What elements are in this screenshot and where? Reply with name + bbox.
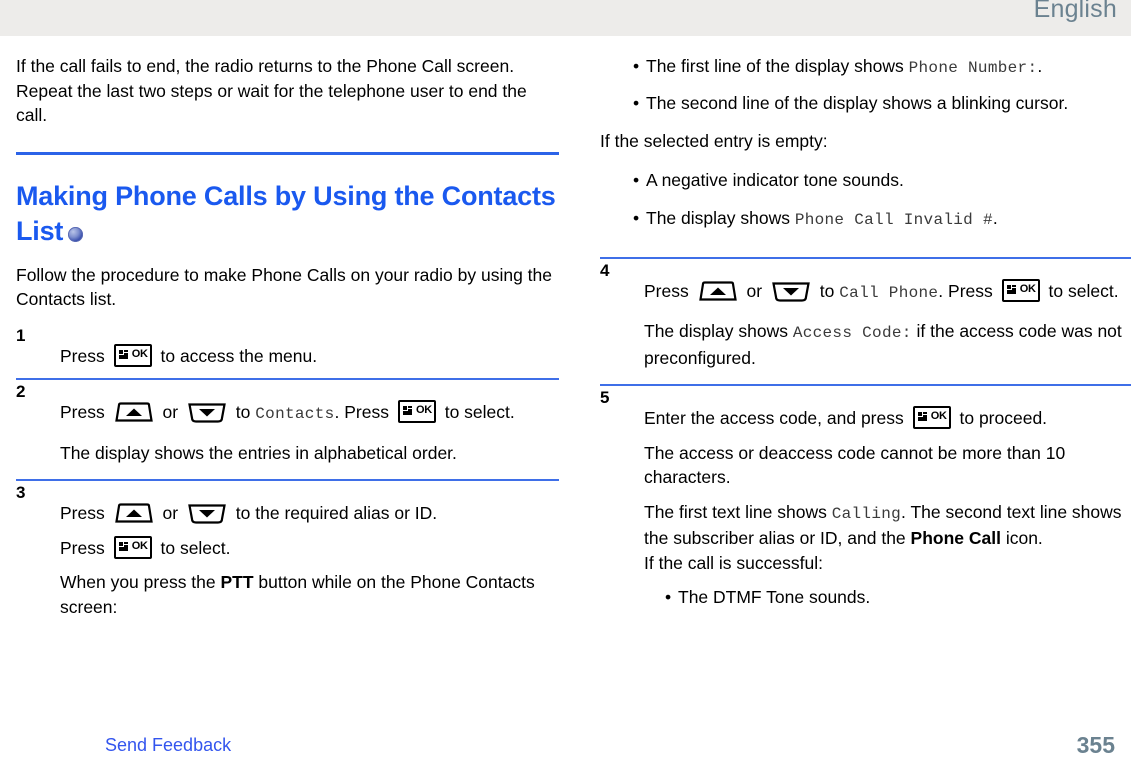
step-1-instruction: Press OK to access the menu. [60, 343, 559, 369]
section-heading: Making Phone Calls by Using the Contacts… [16, 179, 559, 249]
section-heading-text: Making Phone Calls by Using the Contacts… [16, 180, 556, 246]
step-3-line2-post: to select. [160, 537, 231, 558]
bullet-empty-1-mono: Phone Call Invalid # [794, 211, 993, 229]
page-header-band: English [0, 0, 1131, 36]
step-4-to: to [819, 280, 835, 301]
step-2-pre: Press [60, 402, 105, 422]
step-4-number: 4 [600, 260, 610, 280]
step-5-note-3: If the call is successful: [644, 552, 823, 573]
step-4-post: to select. [1048, 280, 1119, 301]
step-4-note: The display shows Access Code: if the ac… [644, 319, 1131, 370]
step-2-note: The display shows the entries in alphabe… [60, 442, 457, 463]
step-4-display-text: Call Phone [839, 283, 939, 302]
bullet-dot-icon: • [665, 587, 672, 607]
bullet-0-pre: The first line of the display shows [646, 56, 909, 76]
step-5-number: 5 [600, 388, 610, 407]
step-3-post: to the required alias or ID. [235, 503, 438, 523]
step-1-post: to access the menu. [160, 345, 318, 366]
step-3-note-bold: PTT [220, 572, 254, 592]
bullet-dot-icon: • [633, 208, 640, 228]
down-arrow-key-icon [187, 402, 227, 423]
menu-ok-key-icon: OK [113, 343, 152, 367]
menu-ok-key-icon: OK [397, 400, 436, 423]
bullet-second-line-cursor: • The second line of the display shows a … [600, 91, 1131, 116]
step-3-note: When you press the PTT button while on t… [60, 570, 559, 619]
bullet-1-pre: The second line of the display shows a b… [646, 92, 1069, 113]
up-arrow-key-icon [698, 280, 738, 302]
bullet-dot-icon: • [633, 169, 640, 190]
step-5-note-2: The first text line shows Calling. The s… [644, 500, 1131, 551]
step-2-or: or [162, 402, 179, 422]
bullet-empty-0-pre: A negative indicator tone sounds. [646, 169, 904, 190]
step-4-press: . Press [938, 280, 993, 301]
step-1-pre: Press [60, 345, 105, 366]
page-content: If the call fails to end, the radio retu… [0, 36, 1131, 726]
bullet-negative-tone: • A negative indicator tone sounds. [600, 168, 1131, 193]
step-2-post: to select. [444, 402, 515, 422]
bullet-dot-icon: • [633, 56, 640, 76]
globe-icon [68, 226, 84, 242]
step-5: 5 Enter the access code, and press OK to… [600, 388, 1131, 610]
intro-paragraph: If the call fails to end, the radio retu… [16, 56, 527, 125]
step-5-note2-pre: The first text line shows [644, 501, 832, 522]
step-5-bullet-0: The DTMF Tone sounds. [678, 587, 871, 607]
bullet-first-line-display: • The first line of the display shows Pho… [600, 54, 1131, 81]
bullet-empty-1-post: . [992, 208, 998, 228]
right-column: • The first line of the display shows Pho… [600, 36, 1131, 610]
down-arrow-key-icon [187, 503, 227, 524]
step-4-or: or [746, 280, 763, 301]
empty-entry-lead: If the selected entry is empty: [600, 131, 828, 151]
bullet-dtmf-tone: • The DTMF Tone sounds. [644, 585, 1131, 610]
step-5-post: to proceed. [959, 408, 1048, 428]
up-arrow-key-icon [114, 503, 154, 524]
step-3: 3 Press or to the required alias or ID. … [16, 483, 559, 619]
step-3-number: 3 [16, 483, 26, 502]
bullet-dot-icon: • [633, 92, 640, 113]
step-3-instruction-line1: Press or to the required alias or ID. [60, 501, 559, 526]
send-feedback-link[interactable]: Send Feedback [105, 734, 231, 756]
step-5-instruction: Enter the access code, and press OK to p… [644, 406, 1131, 431]
step-3-or: or [162, 503, 179, 523]
step-2-instruction: Press or to Contacts. Press OK to select… [60, 400, 559, 427]
down-arrow-key-icon [771, 281, 811, 302]
step-5-note-1: The access or deaccess code cannot be mo… [644, 442, 1066, 488]
menu-ok-key-icon: OK [1001, 278, 1040, 302]
step-5-pre: Enter the access code, and press [644, 408, 904, 428]
menu-ok-key-icon: OK [113, 535, 152, 559]
step-4-instruction: Press or to Call Phone. Press OK to sele… [644, 278, 1131, 306]
page-number: 355 [1076, 732, 1115, 758]
step-2-press: . Press [334, 402, 389, 422]
step-5-note2-post: icon. [1000, 528, 1043, 548]
step-2-number: 2 [16, 382, 26, 401]
step-3-note-pre: When you press the [60, 572, 221, 592]
page-footer: Send Feedback 355 [0, 726, 1131, 762]
step-4: 4 Press or to Call Phone. Press OK to se… [600, 261, 1131, 371]
bullet-empty-1-pre: The display shows [646, 208, 795, 228]
header-language-label: English [1033, 0, 1117, 23]
step-5-note2-mono: Calling [831, 504, 902, 523]
step-3-line2-pre: Press [60, 537, 105, 558]
up-arrow-key-icon [114, 402, 154, 423]
bullet-0-mono: Phone Number: [908, 59, 1038, 77]
step-4-pre: Press [644, 280, 689, 301]
step-3-pre: Press [60, 503, 105, 523]
step-2-display-text: Contacts [255, 405, 335, 423]
menu-ok-key-icon: OK [912, 406, 951, 429]
step-4-note-pre: The display shows [644, 321, 793, 341]
step-2-to: to [235, 402, 251, 422]
step-2: 2 Press or to Contacts. Press OK to sele… [16, 382, 559, 465]
bullet-0-post: . [1037, 56, 1043, 76]
step-1-number: 1 [16, 325, 26, 345]
step-4-note-mono: Access Code: [792, 324, 912, 342]
step-3-instruction-line2: Press OK to select. [60, 535, 559, 561]
step-5-note2-bold: Phone Call [910, 528, 1001, 548]
left-column: If the call fails to end, the radio retu… [16, 36, 559, 619]
lead-paragraph: Follow the procedure to make Phone Calls… [16, 264, 552, 310]
step-1: 1 Press OK to access the menu. [16, 326, 559, 369]
bullet-invalid-number: • The display shows Phone Call Invalid #. [600, 206, 1131, 233]
